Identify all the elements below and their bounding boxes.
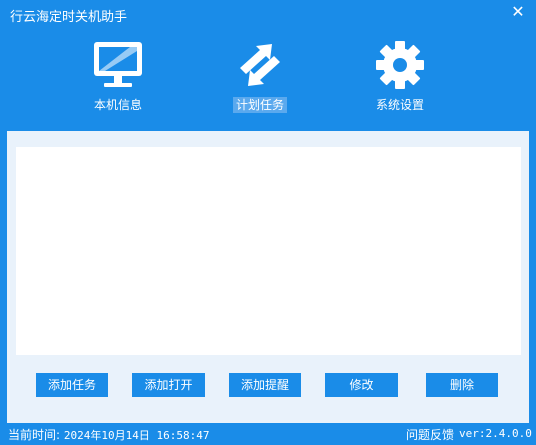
add-reminder-button[interactable]: 添加提醒 [229,373,301,397]
app-window: 行云海定时关机助手 ✕ 本机信息 计划任务 系统设置 添加任务 添加打开 添加提… [0,0,536,445]
add-open-button[interactable]: 添加打开 [132,373,205,397]
close-icon[interactable]: ✕ [508,2,528,22]
status-bar: 当前时间: 2024年10月14日 16:58:47 问题反馈 ver:2.4.… [0,423,536,445]
add-task-button[interactable]: 添加任务 [36,373,108,397]
current-time: 当前时间: 2024年10月14日 16:58:47 [8,426,209,443]
task-list[interactable] [16,147,521,355]
nav-item-system-settings[interactable]: 系统设置 [355,30,445,118]
title-bar[interactable]: 行云海定时关机助手 ✕ [0,0,536,28]
current-time-value: 2024年10月14日 16:58:47 [63,429,210,442]
nav-item-label: 本机信息 [93,98,142,112]
current-time-label: 当前时间: [8,428,61,442]
nav-item-machine-info[interactable]: 本机信息 [73,30,163,118]
main-nav: 本机信息 计划任务 系统设置 [0,30,536,120]
window-title: 行云海定时关机助手 [10,10,128,25]
delete-button[interactable]: 删除 [426,373,498,397]
nav-item-label: 系统设置 [375,98,424,112]
nav-item-label: 计划任务 [232,97,287,113]
nav-item-scheduled-tasks[interactable]: 计划任务 [215,30,305,118]
schedule-arrows-icon [232,40,288,90]
modify-button[interactable]: 修改 [325,373,398,397]
monitor-icon [90,40,146,90]
version-label: ver:2.4.0.0 [459,427,532,440]
content-panel: 添加任务 添加打开 添加提醒 修改 删除 [7,131,529,423]
gear-icon [372,40,428,90]
feedback-link[interactable]: 问题反馈 [406,426,454,443]
